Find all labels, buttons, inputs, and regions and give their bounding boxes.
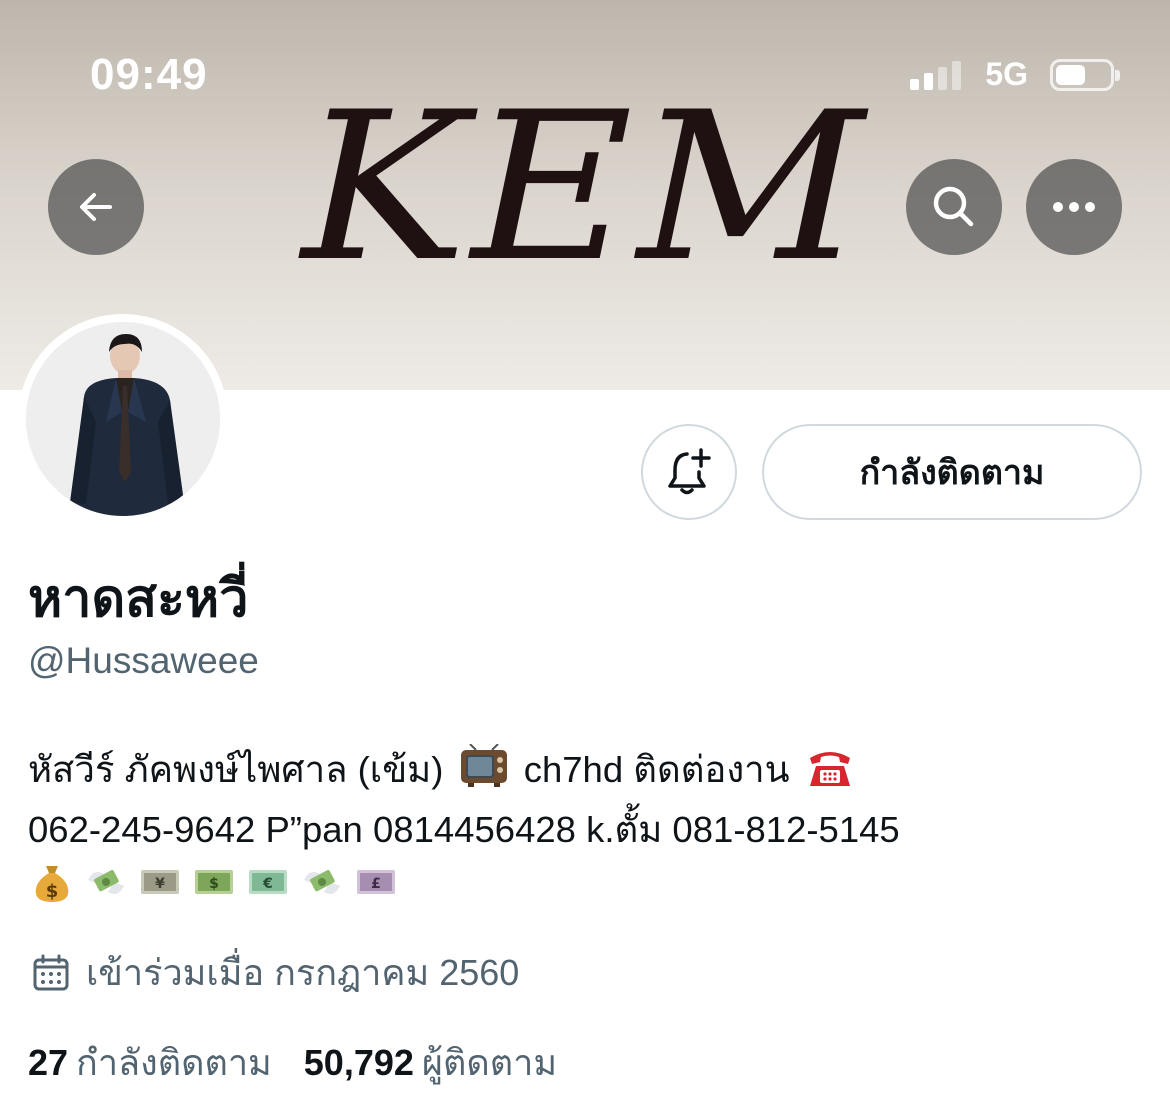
yen-banknote-icon: ¥ [141, 870, 179, 894]
following-stat[interactable]: 27 กำลังติดตาม [28, 1034, 272, 1091]
search-icon [933, 186, 974, 227]
followers-count: 50,792 [303, 1042, 414, 1083]
svg-text:£: £ [371, 876, 381, 892]
television-icon [460, 744, 507, 787]
bio-emoji-row: $ ¥ $ € £ [30, 860, 398, 904]
search-button[interactable] [906, 159, 1002, 255]
follow-stats: 27 กำลังติดตาม 50,792 ผู้ติดตาม [28, 1034, 557, 1091]
more-options-button[interactable] [1026, 159, 1122, 255]
followers-stat[interactable]: 50,792 ผู้ติดตาม [304, 1034, 557, 1091]
svg-text:$: $ [209, 876, 219, 892]
following-label: กำลังติดตาม [76, 1042, 272, 1083]
money-with-wings-icon [88, 870, 124, 894]
followers-label: ผู้ติดตาม [421, 1042, 558, 1083]
following-count: 27 [28, 1042, 69, 1083]
user-handle: @Hussaweee [28, 640, 259, 681]
svg-text:$: $ [46, 881, 59, 902]
money-bag-icon: $ [35, 866, 69, 902]
avatar[interactable] [18, 314, 228, 524]
dollar-banknote-icon: $ [195, 870, 233, 894]
bio-line-2: 062-245-9642 P”pan 0814456428 k.ตั้ม 081… [28, 809, 900, 850]
euro-banknote-icon: € [249, 870, 287, 894]
arrow-left-icon [80, 193, 112, 221]
battery-icon [1050, 58, 1120, 91]
display-name: หาดสะหวี่ [28, 569, 249, 629]
telephone-icon [809, 752, 850, 786]
back-button[interactable] [48, 159, 144, 255]
signal-icon [910, 60, 962, 90]
avatar-photo [26, 322, 220, 516]
bio-text-name: หัสวีร์ ภัคพงษ์ไพศาล (เข้ม) [28, 749, 444, 790]
bio-text-channel: ch7hd ติดต่องาน [523, 749, 790, 790]
bell-plus-icon [668, 448, 711, 495]
svg-text:€: € [262, 876, 273, 892]
pound-banknote-icon: £ [357, 870, 395, 894]
more-horizontal-icon [1053, 202, 1095, 212]
bio-line-1: หัสวีร์ ภัคพงษ์ไพศาล (เข้ม) ch7hd ติดต่อ… [28, 740, 1153, 800]
joined-text: เข้าร่วมเมื่อ กรกฎาคม 2560 [86, 952, 520, 993]
following-button[interactable]: กำลังติดตาม [762, 424, 1142, 520]
joined-date: เข้าร่วมเมื่อ กรกฎาคม 2560 [32, 944, 519, 1001]
money-with-wings-icon [304, 870, 340, 894]
svg-text:¥: ¥ [155, 876, 165, 892]
calendar-icon [33, 954, 69, 990]
profile-bio: หัสวีร์ ภัคพงษ์ไพศาล (เข้ม) ch7hd ติดต่อ… [28, 740, 1153, 860]
notifications-button[interactable] [641, 424, 737, 520]
